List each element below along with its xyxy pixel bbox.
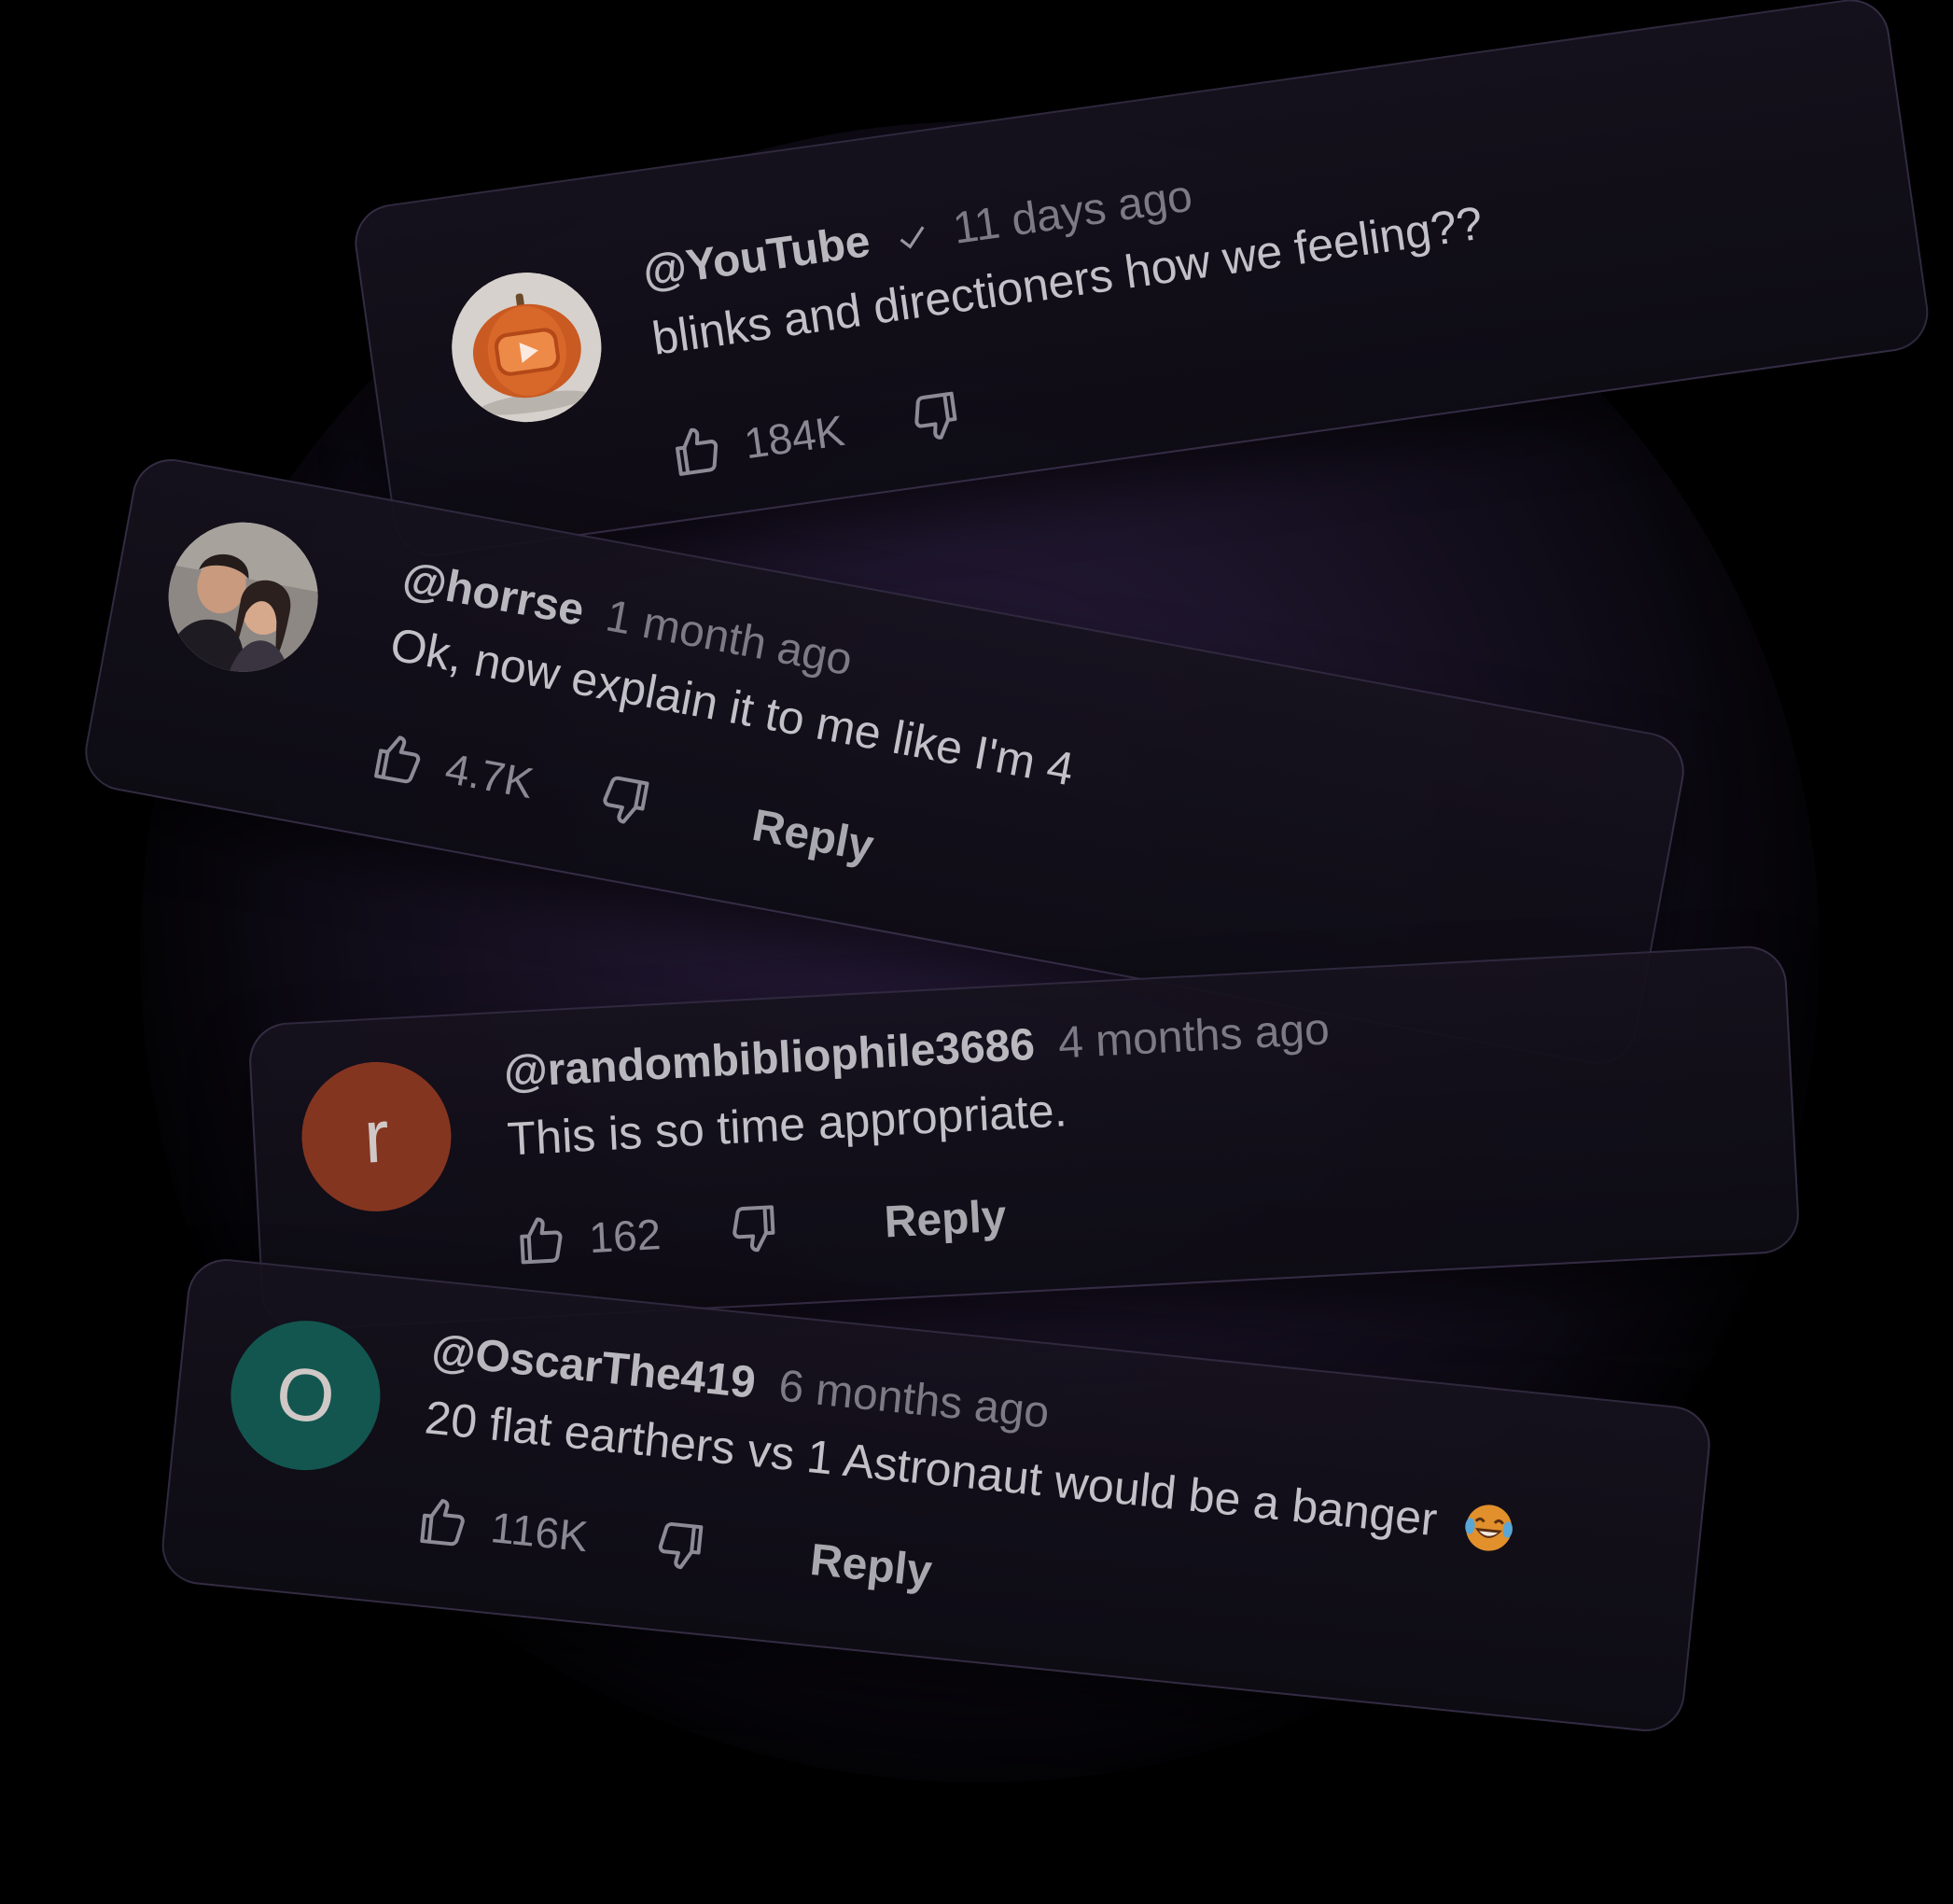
comment-card-oscarthe419: O @OscarThe419 6 months ago 20 flat eart… <box>158 1255 1714 1735</box>
thumbs-up-icon[interactable] <box>665 419 729 483</box>
like-count: 184K <box>741 405 847 469</box>
like-count: 116K <box>488 1503 591 1561</box>
comment-card-randombibliophile: r @randombibliophile3686 4 months ago Th… <box>247 944 1802 1333</box>
comment-handle[interactable]: @randombibliophile3686 <box>503 1020 1037 1098</box>
couple-photo-icon <box>156 510 330 684</box>
reply-button[interactable]: Reply <box>883 1190 1007 1248</box>
thumbs-up-icon[interactable] <box>366 726 431 791</box>
avatar-letter: r <box>361 1094 392 1179</box>
thumbs-down-icon[interactable] <box>724 1199 783 1258</box>
like-count: 4.7K <box>441 743 537 808</box>
pumpkin-play-icon <box>441 262 611 432</box>
like-count: 162 <box>588 1210 663 1263</box>
laughing-tears-emoji <box>1465 1505 1514 1552</box>
thumbs-down-icon[interactable] <box>592 768 657 833</box>
avatar-horrse[interactable] <box>156 510 330 684</box>
comment-card-youtube: @YouTube 11 days ago blinks and directio… <box>350 0 1933 562</box>
avatar-youtube[interactable] <box>441 262 611 432</box>
comment-time[interactable]: 4 months ago <box>1057 1004 1331 1068</box>
avatar-oscarthe419[interactable]: O <box>223 1313 388 1477</box>
avatar-randombibliophile[interactable]: r <box>298 1057 455 1215</box>
thumbs-up-icon[interactable] <box>412 1491 474 1553</box>
comment-time[interactable]: 6 months ago <box>776 1361 1052 1437</box>
thumbs-down-icon[interactable] <box>905 385 969 449</box>
reply-button[interactable]: Reply <box>808 1533 935 1597</box>
avatar-letter: O <box>272 1351 339 1440</box>
thumbs-down-icon[interactable] <box>649 1516 711 1577</box>
thumbs-up-icon[interactable] <box>511 1211 570 1269</box>
reply-button[interactable]: Reply <box>748 799 878 872</box>
checkmark-icon <box>900 226 925 249</box>
